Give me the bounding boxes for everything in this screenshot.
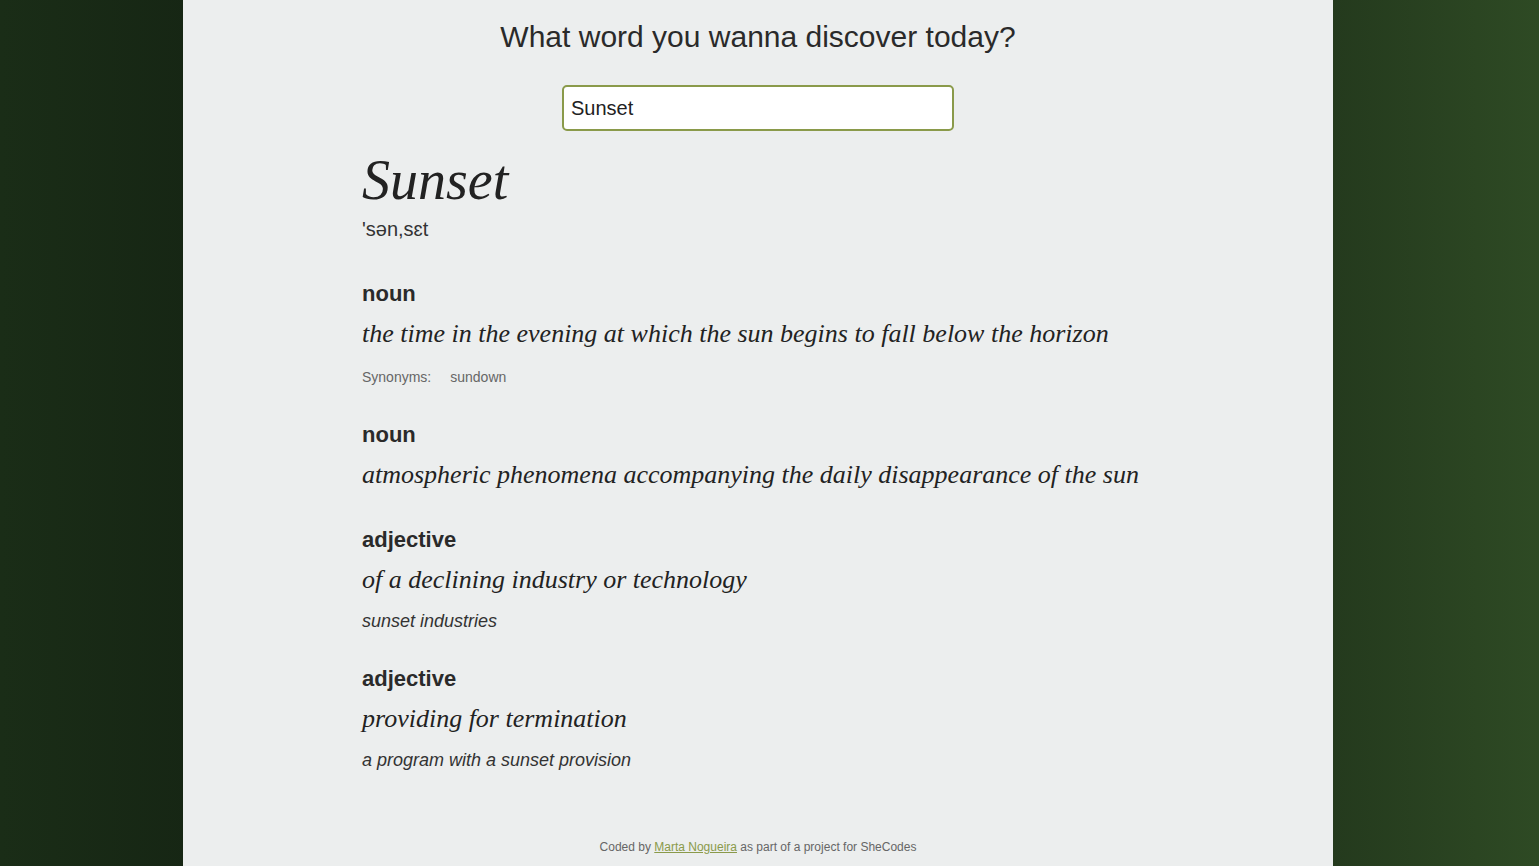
meaning: adjective providing for termination a prog… (362, 665, 1313, 773)
definition: atmospheric phenomena accompanying the d… (362, 455, 1313, 495)
paper-card: What word you wanna discover today? Suns… (183, 0, 1333, 866)
meaning: adjective of a declining industry or tech… (362, 526, 1313, 634)
word-title: Sunset (362, 150, 1313, 210)
author-link[interactable]: Marta Nogueira (654, 840, 737, 854)
definition: providing for termination (362, 699, 1313, 739)
part-of-speech: adjective (362, 665, 1313, 693)
phonetic: 'sən,sɛt (362, 217, 1313, 241)
search-form (183, 85, 1333, 131)
meaning: noun atmospheric phenomena accompanying t… (362, 421, 1313, 495)
meanings-list: noun the time in the evening at which the… (362, 280, 1313, 773)
footer-text: Coded by (600, 840, 651, 854)
synonyms-label: Synonyms: (362, 364, 431, 390)
part-of-speech: noun (362, 421, 1313, 449)
definition: of a declining industry or technology (362, 560, 1313, 600)
example: sunset industries (362, 608, 1313, 634)
footer-text: as part of a project for SheCodes (740, 840, 916, 854)
results: Sunset 'sən,sɛt noun the time in the even… (183, 150, 1333, 804)
search-input[interactable] (562, 85, 954, 131)
part-of-speech: noun (362, 280, 1313, 308)
meaning: noun the time in the evening at which the… (362, 280, 1313, 390)
heading: What word you wanna discover today? (183, 0, 1333, 55)
example: a program with a sunset provision (362, 747, 1313, 773)
synonyms-row: Synonyms: sundown (362, 364, 1313, 390)
footer: Coded by Marta Nogueira as part of a pro… (183, 840, 1333, 866)
synonym[interactable]: sundown (450, 364, 506, 390)
definition: the time in the evening at which the sun… (362, 314, 1313, 354)
part-of-speech: adjective (362, 526, 1313, 554)
